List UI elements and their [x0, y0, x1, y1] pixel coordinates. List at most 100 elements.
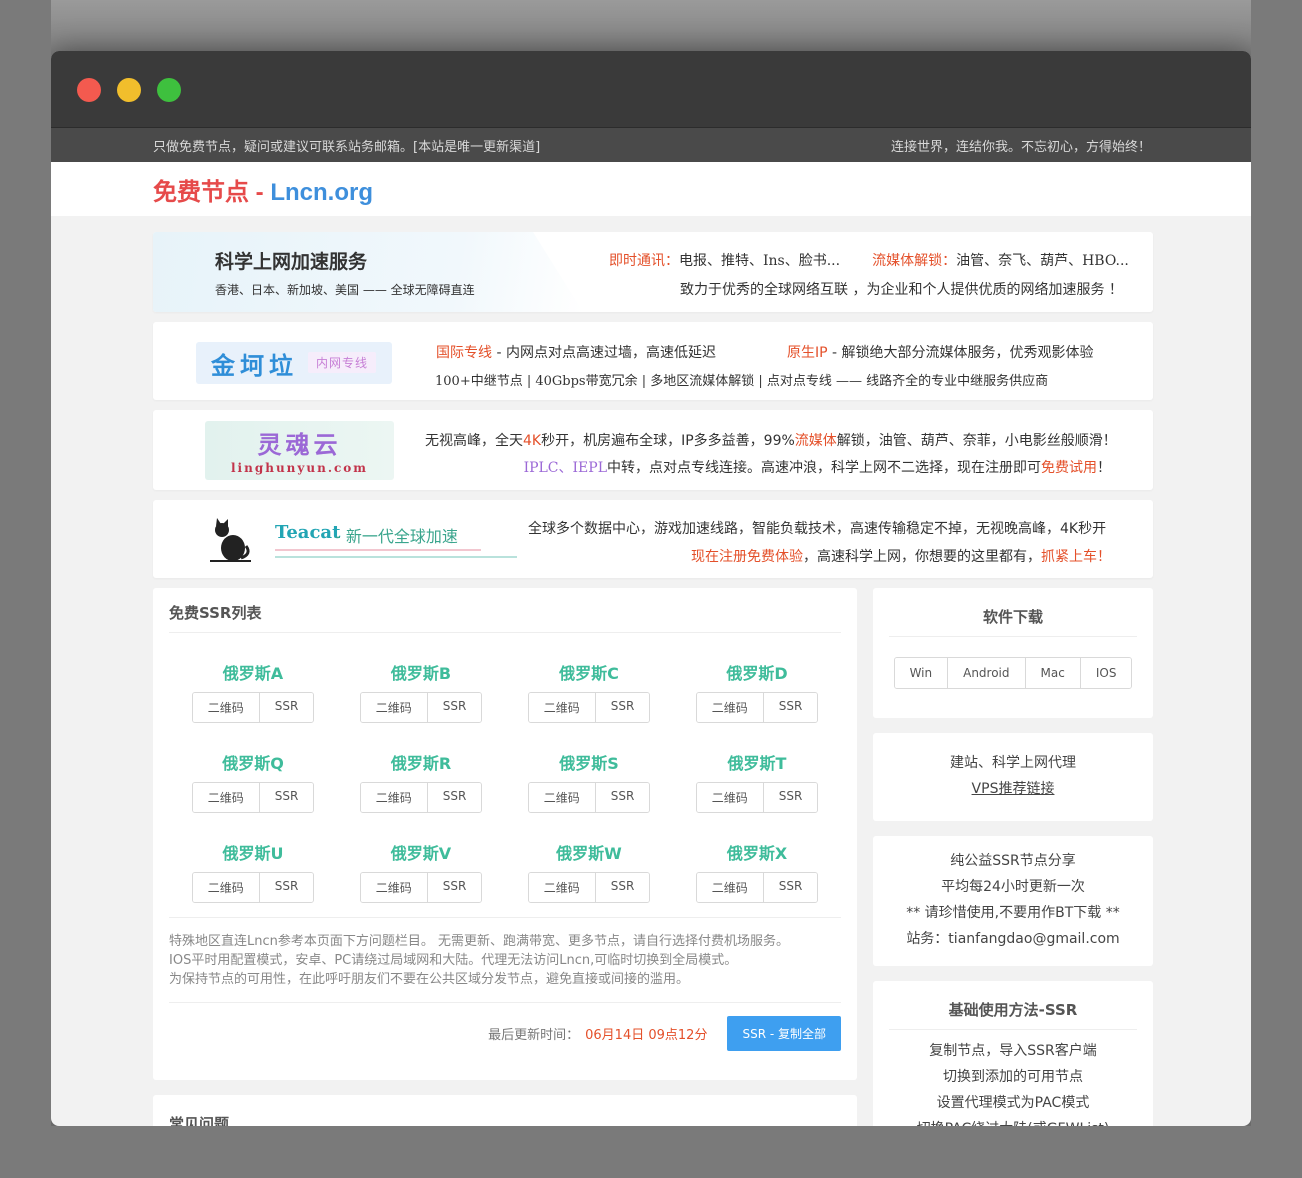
usage-step: 切换到添加的可用节点: [943, 1069, 1083, 1085]
ssr-node-name[interactable]: 俄罗斯A: [169, 660, 337, 684]
ssr-node-name[interactable]: 俄罗斯S: [505, 750, 673, 774]
ad2-summary: 100+中继节点 | 40Gbps带宽冗余 | 多地区流媒体解锁 | 点对点专线…: [435, 374, 1049, 389]
maximize-window-button[interactable]: [157, 78, 181, 102]
teacat-tagline: - 新一代全球加速: [335, 527, 458, 546]
ssr-link-button[interactable]: SSR: [762, 693, 818, 722]
info-line-1: 纯公益SSR节点分享: [950, 853, 1076, 869]
download-mac-button[interactable]: Mac: [1024, 658, 1080, 688]
ssr-link-button[interactable]: SSR: [258, 873, 314, 902]
ssr-node-buttons: 二维码 SSR: [695, 872, 819, 903]
ad3-l1b: 4K: [523, 433, 542, 449]
ssr-node-buttons: 二维码 SSR: [359, 692, 483, 723]
qrcode-button[interactable]: 二维码: [360, 783, 427, 812]
ssr-node-name[interactable]: 俄罗斯X: [673, 840, 841, 864]
ad3-l1a: 无视高峰，全天: [425, 433, 523, 449]
ssr-link-button[interactable]: SSR: [594, 693, 650, 722]
ssr-link-button[interactable]: SSR: [426, 693, 482, 722]
ssr-link-button[interactable]: SSR: [258, 783, 314, 812]
ad4-l2b: ，高速科学上网，你想要的这里都有，: [803, 549, 1041, 565]
ssr-note-2: IOS平时用配置模式，安卓、PC请绕过局域网和大陆。代理无法访问Lncn,可临时…: [169, 953, 738, 968]
logo-part2: Lncn.org: [270, 178, 373, 206]
ad3-line1: 无视高峰，全天4K秒开，机房遍布全球，IP多多益善，99%流媒体解锁，油管、葫芦…: [425, 430, 1117, 450]
site-logo[interactable]: 免费节点 - Lncn.org: [153, 172, 373, 207]
ssr-note-1: 特殊地区直连Lncn参考本页面下方问题栏目。 无需更新、跑满带宽、更多节点，请自…: [169, 934, 790, 949]
qrcode-button[interactable]: 二维码: [696, 783, 763, 812]
qrcode-button[interactable]: 二维码: [192, 873, 259, 902]
minimize-window-button[interactable]: [117, 78, 141, 102]
ssr-link-button[interactable]: SSR: [762, 783, 818, 812]
teacat-name: Teacat: [275, 522, 341, 543]
linghunyun-logo-url: linghunyun.com: [230, 461, 368, 475]
vps-text: 建站、科学上网代理: [950, 755, 1076, 771]
close-window-button[interactable]: [77, 78, 101, 102]
download-android-button[interactable]: Android: [947, 658, 1025, 688]
qrcode-button[interactable]: 二维码: [528, 783, 595, 812]
ssr-node-buttons: 二维码 SSR: [191, 872, 315, 903]
jinkela-logo-text: 金坷垃: [211, 352, 298, 380]
download-card: 软件下载 Win Android Mac IOS: [873, 588, 1153, 718]
ad1-media-label: 流媒体解锁：: [872, 253, 957, 269]
ssr-link-button[interactable]: SSR: [594, 783, 650, 812]
ssr-link-button[interactable]: SSR: [594, 873, 650, 902]
ssr-node-name[interactable]: 俄罗斯C: [505, 660, 673, 684]
ssr-node: 俄罗斯A 二维码 SSR: [169, 660, 337, 723]
copy-all-ssr-button[interactable]: SSR - 复制全部: [727, 1016, 841, 1051]
ssr-node: 俄罗斯X 二维码 SSR: [673, 840, 841, 903]
ad-banner-linghunyun[interactable]: 灵魂云 linghunyun.com 无视高峰，全天4K秒开，机房遍布全球，IP…: [153, 410, 1153, 490]
ad-banner-jinkela[interactable]: 金坷垃 内网专线 国际专线 - 内网点对点高速过墙，高速低延迟 原生IP - 解…: [153, 322, 1153, 400]
qrcode-button[interactable]: 二维码: [528, 873, 595, 902]
ad3-l2d: ！: [1097, 460, 1111, 476]
ssr-list-title: 免费SSR列表: [169, 588, 841, 633]
ssr-link-button[interactable]: SSR: [426, 873, 482, 902]
ad1-im-text: 电报、推特、Ins、脸书...: [679, 253, 841, 269]
ad3-l2c: 免费试用: [1041, 460, 1097, 476]
site-topbar: 只做免费节点，疑问或建议可联系站务邮箱。[本站是唯一更新渠道] 连接世界，连结你…: [51, 127, 1251, 162]
ssr-node: 俄罗斯T 二维码 SSR: [673, 750, 841, 813]
ssr-node-buttons: 二维码 SSR: [527, 872, 651, 903]
window-titlebar: [51, 51, 1251, 127]
ad3-l1e: 解锁，油管、葫芦、奈菲，小电影丝般顺滑！: [836, 433, 1117, 449]
qrcode-button[interactable]: 二维码: [696, 873, 763, 902]
download-ios-button[interactable]: IOS: [1079, 658, 1132, 688]
qrcode-button[interactable]: 二维码: [360, 693, 427, 722]
qrcode-button[interactable]: 二维码: [192, 783, 259, 812]
vps-link[interactable]: VPS推荐链接: [873, 776, 1153, 802]
ad2-feature-2: 原生IP - 解锁绝大部分流媒体服务，优秀观影体验: [787, 342, 1094, 362]
usage-card: 基础使用方法-SSR 复制节点，导入SSR客户端 切换到添加的可用节点 设置代理…: [873, 981, 1153, 1142]
info-line-3: ** 请珍惜使用,不要用作BT下载 **: [906, 905, 1120, 921]
ssr-node-name[interactable]: 俄罗斯R: [337, 750, 505, 774]
topbar-notice: 只做免费节点，疑问或建议可联系站务邮箱。[本站是唯一更新渠道]: [153, 139, 541, 155]
qrcode-button[interactable]: 二维码: [192, 693, 259, 722]
ssr-node-name[interactable]: 俄罗斯Q: [169, 750, 337, 774]
ssr-note-3: 为保持节点的可用性，在此呼吁朋友们不要在公共区域分发节点，避免直接或间接的滥用。: [169, 972, 690, 987]
ssr-node-buttons: 二维码 SSR: [359, 782, 483, 813]
qrcode-button[interactable]: 二维码: [696, 693, 763, 722]
ssr-node-name[interactable]: 俄罗斯B: [337, 660, 505, 684]
ssr-link-button[interactable]: SSR: [258, 693, 314, 722]
qrcode-button[interactable]: 二维码: [528, 693, 595, 722]
ssr-link-button[interactable]: SSR: [762, 873, 818, 902]
ssr-node-name[interactable]: 俄罗斯W: [505, 840, 673, 864]
ssr-node-name[interactable]: 俄罗斯D: [673, 660, 841, 684]
download-win-button[interactable]: Win: [894, 658, 948, 688]
vps-card: 建站、科学上网代理 VPS推荐链接: [873, 733, 1153, 821]
site-header: 免费节点 - Lncn.org: [51, 162, 1251, 216]
ad-banner-teacat[interactable]: Teacat - 新一代全球加速 全球多个数据中心，游戏加速线路，智能负载技术，…: [153, 500, 1153, 578]
ad3-l2a: IPLC、IEPL: [523, 460, 607, 476]
ad1-subtitle: 香港、日本、新加坡、美国 —— 全球无障碍直连: [215, 283, 475, 297]
ad-banner-acceleration[interactable]: 科学上网加速服务 香港、日本、新加坡、美国 —— 全球无障碍直连 即时通讯：电报…: [153, 232, 1153, 312]
ssr-node-buttons: 二维码 SSR: [191, 782, 315, 813]
ssr-node: 俄罗斯S 二维码 SSR: [505, 750, 673, 813]
info-email[interactable]: 站务：tianfangdao@gmail.com: [873, 926, 1153, 952]
ssr-node: 俄罗斯R 二维码 SSR: [337, 750, 505, 813]
ssr-node-name[interactable]: 俄罗斯T: [673, 750, 841, 774]
ad4-l2c: 抓紧上车！: [1041, 549, 1111, 565]
right-column: 软件下载 Win Android Mac IOS 建站、科学上网代理 VPS推荐…: [873, 588, 1153, 1157]
usage-title: 基础使用方法-SSR: [889, 981, 1137, 1030]
ssr-link-button[interactable]: SSR: [426, 783, 482, 812]
ssr-node-name[interactable]: 俄罗斯U: [169, 840, 337, 864]
qrcode-button[interactable]: 二维码: [360, 873, 427, 902]
ssr-node-name[interactable]: 俄罗斯V: [337, 840, 505, 864]
content-columns: 免费SSR列表 俄罗斯A 二维码 SSR 俄罗斯B 二维码 SSR 俄罗斯C 二维码 SSR 俄罗…: [153, 588, 1153, 1157]
ad3-l1c: 秒开，机房遍布全球，IP多多益善，99%: [541, 433, 795, 449]
